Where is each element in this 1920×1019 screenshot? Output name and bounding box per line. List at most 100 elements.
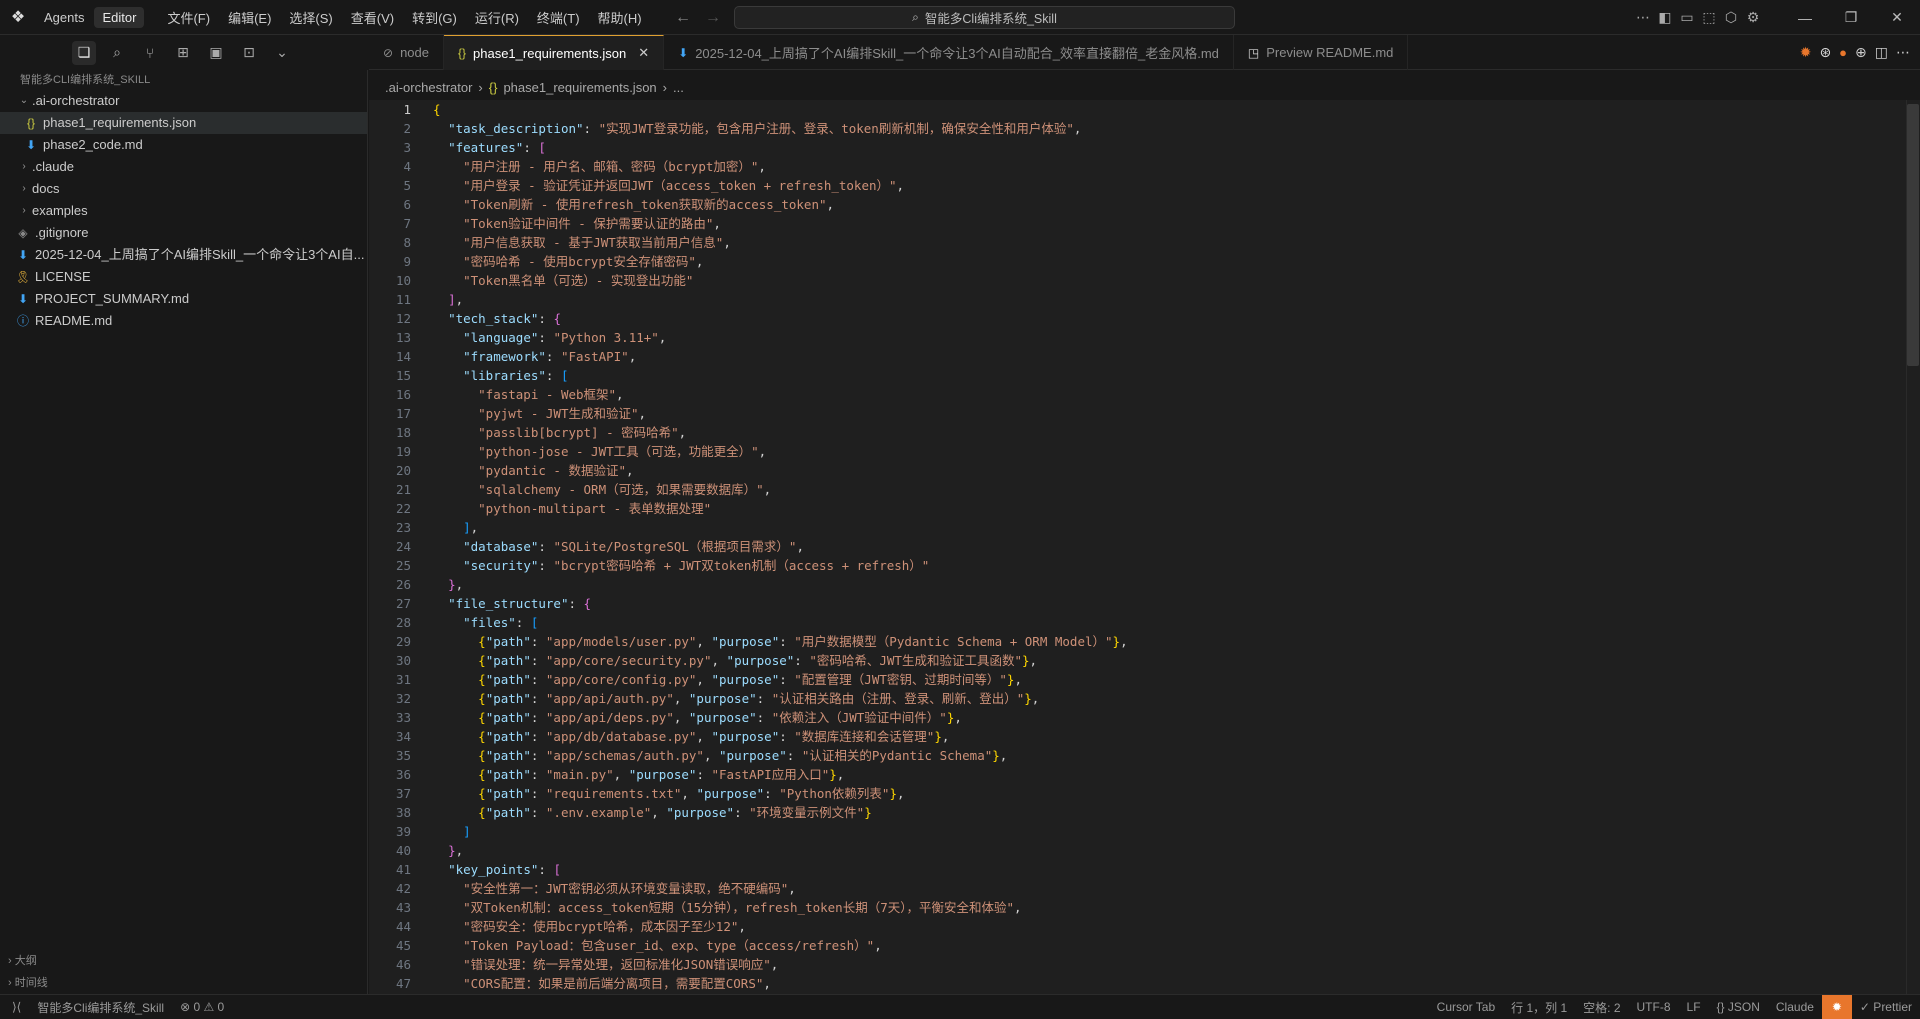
code-line[interactable]: 10 "Token黑名单（可选）- 实现登出功能" [369, 271, 1920, 290]
remote-icon[interactable]: ⟩⟨ [0, 1000, 29, 1014]
code-line[interactable]: 21 "sqlalchemy - ORM（可选，如果需要数据库）", [369, 480, 1920, 499]
tree-item-phase1-requirements[interactable]: {} phase1_requirements.json [0, 112, 367, 134]
code-line[interactable]: 41 "key_points": [ [369, 860, 1920, 879]
code-line[interactable]: 19 "python-jose - JWT工具（可选，功能更全）", [369, 442, 1920, 461]
code-line[interactable]: 29 {"path": "app/models/user.py", "purpo… [369, 632, 1920, 651]
tree-item-claude[interactable]: › .claude [0, 156, 367, 178]
menu-selection[interactable]: 选择(S) [280, 8, 341, 27]
minimize-icon[interactable]: — [1782, 10, 1828, 26]
timeline-section[interactable]: › 时间线 [0, 972, 368, 994]
tree-item-phase2-code[interactable]: ⬇ phase2_code.md [0, 134, 367, 156]
settings-gear-icon[interactable]: ⚙ [1742, 9, 1764, 26]
code-line[interactable]: 7 "Token验证中间件 - 保护需要认证的路由", [369, 214, 1920, 233]
claude-status-icon[interactable]: ✹ [1821, 995, 1852, 1019]
docker-icon[interactable]: ⊡ [237, 41, 261, 65]
breadcrumb-folder[interactable]: .ai-orchestrator [385, 80, 472, 95]
code-line[interactable]: 27 "file_structure": { [369, 594, 1920, 613]
status-prettier[interactable]: ✓ Prettier [1852, 1000, 1920, 1014]
toggle-sidebar-icon[interactable]: ◧ [1654, 9, 1676, 26]
tab-preview-readme[interactable]: ◳ Preview README.md [1234, 35, 1409, 70]
code-editor[interactable]: 1{2 "task_description": "实现JWT登录功能，包含用户注… [369, 100, 1920, 994]
extensions-icon[interactable]: ⊞ [171, 41, 195, 65]
more-actions-icon[interactable]: ⋯ [1896, 44, 1910, 61]
code-line[interactable]: 17 "pyjwt - JWT生成和验证", [369, 404, 1920, 423]
openai-icon[interactable]: ⊛ [1819, 44, 1831, 61]
menu-edit[interactable]: 编辑(E) [219, 8, 280, 27]
code-line[interactable]: 30 {"path": "app/core/security.py", "pur… [369, 651, 1920, 670]
editor-scrollbar[interactable] [1906, 100, 1920, 994]
code-line[interactable]: 34 {"path": "app/db/database.py", "purpo… [369, 727, 1920, 746]
restore-icon[interactable]: ❐ [1828, 9, 1874, 26]
forward-arrow-icon[interactable]: → [705, 9, 721, 27]
command-center-search[interactable]: ⌕ 智能多Cli编排系统_Skill [734, 6, 1235, 29]
tree-item-article-md[interactable]: ⬇ 2025-12-04_上周搞了个AI编排Skill_一个命令让3个AI自..… [0, 244, 367, 266]
code-line[interactable]: 15 "libraries": [ [369, 366, 1920, 385]
tree-item-examples[interactable]: › examples [0, 200, 367, 222]
tree-item-readme[interactable]: ⓘ README.md [0, 310, 367, 332]
search-view-icon[interactable]: ⌕ [105, 41, 129, 65]
code-line[interactable]: 35 {"path": "app/schemas/auth.py", "purp… [369, 746, 1920, 765]
layout-icon[interactable]: ⬚ [1698, 9, 1720, 26]
breadcrumb-more[interactable]: ... [673, 80, 684, 95]
tree-item-ai-orchestrator[interactable]: ⌄ .ai-orchestrator [0, 90, 367, 112]
code-line[interactable]: 22 "python-multipart - 表单数据处理" [369, 499, 1920, 518]
code-line[interactable]: 9 "密码哈希 - 使用bcrypt安全存储密码", [369, 252, 1920, 271]
tree-item-docs[interactable]: › docs [0, 178, 367, 200]
tab-article-md[interactable]: ⬇ 2025-12-04_上周搞了个AI编排Skill_一个命令让3个AI自动配… [664, 35, 1234, 70]
menu-help[interactable]: 帮助(H) [589, 8, 651, 27]
code-line[interactable]: 44 "密码安全：使用bcrypt哈希，成本因子至少12", [369, 917, 1920, 936]
breadcrumb-file[interactable]: phase1_requirements.json [503, 80, 656, 95]
status-problems[interactable]: ⊗ 0 ⚠ 0 [172, 1000, 232, 1014]
code-line[interactable]: 36 {"path": "main.py", "purpose": "FastA… [369, 765, 1920, 784]
code-line[interactable]: 25 "security": "bcrypt密码哈希 + JWT双token机制… [369, 556, 1920, 575]
code-line[interactable]: 18 "passlib[bcrypt] - 密码哈希", [369, 423, 1920, 442]
cursor-logo-icon[interactable]: ❖ [0, 0, 36, 35]
code-line[interactable]: 4 "用户注册 - 用户名、邮箱、密码（bcrypt加密）", [369, 157, 1920, 176]
code-line[interactable]: 33 {"path": "app/api/deps.py", "purpose"… [369, 708, 1920, 727]
extensions-cube-icon[interactable]: ⬡ [1720, 9, 1742, 26]
code-line[interactable]: 23 ], [369, 518, 1920, 537]
split-editor-icon[interactable]: ◫ [1875, 44, 1888, 61]
code-line[interactable]: 47 "CORS配置：如果是前后端分离项目，需要配置CORS", [369, 974, 1920, 993]
code-line[interactable]: 20 "pydantic - 数据验证", [369, 461, 1920, 480]
menu-go[interactable]: 转到(G) [403, 8, 466, 27]
scrollbar-thumb[interactable] [1907, 104, 1919, 366]
more-views-chevron-icon[interactable]: ⌄ [270, 41, 294, 65]
menu-terminal[interactable]: 终端(T) [528, 8, 589, 27]
code-line[interactable]: 11 ], [369, 290, 1920, 309]
source-control-icon[interactable]: ⑂ [138, 41, 162, 65]
code-line[interactable]: 8 "用户信息获取 - 基于JWT获取当前用户信息", [369, 233, 1920, 252]
toggle-panel-icon[interactable]: ▭ [1676, 9, 1698, 26]
code-line[interactable]: 6 "Token刷新 - 使用refresh_token获取新的access_t… [369, 195, 1920, 214]
tab-node[interactable]: ⊘ node [369, 35, 444, 70]
code-line[interactable]: 12 "tech_stack": { [369, 309, 1920, 328]
code-line[interactable]: 3 "features": [ [369, 138, 1920, 157]
more-icon[interactable]: ⋯ [1632, 9, 1654, 26]
code-line[interactable]: 14 "framework": "FastAPI", [369, 347, 1920, 366]
code-line[interactable]: 37 {"path": "requirements.txt", "purpose… [369, 784, 1920, 803]
code-line[interactable]: 26 }, [369, 575, 1920, 594]
remote-explorer-icon[interactable]: ▣ [204, 41, 228, 65]
explorer-icon[interactable]: ❏ [72, 40, 96, 65]
code-line[interactable]: 46 "错误处理：统一异常处理，返回标准化JSON错误响应", [369, 955, 1920, 974]
code-line[interactable]: 16 "fastapi - Web框架", [369, 385, 1920, 404]
code-line[interactable]: 38 {"path": ".env.example", "purpose": "… [369, 803, 1920, 822]
menu-run[interactable]: 运行(R) [466, 8, 528, 27]
tab-phase1-requirements[interactable]: {} phase1_requirements.json ✕ [443, 35, 665, 70]
globe-icon[interactable]: ⊕ [1855, 44, 1867, 61]
status-claude[interactable]: Claude [1768, 1000, 1822, 1014]
tree-item-gitignore[interactable]: ◈ .gitignore [0, 222, 367, 244]
code-line[interactable]: 40 }, [369, 841, 1920, 860]
status-eol[interactable]: LF [1679, 1000, 1709, 1014]
tree-item-project-summary[interactable]: ⬇ PROJECT_SUMMARY.md [0, 288, 367, 310]
code-line[interactable]: 13 "language": "Python 3.11+", [369, 328, 1920, 347]
status-workspace[interactable]: 智能多Cli编排系统_Skill [29, 999, 172, 1016]
workspace-header[interactable]: 智能多CLI编排系统_SKILL [0, 70, 367, 90]
code-line[interactable]: 32 {"path": "app/api/auth.py", "purpose"… [369, 689, 1920, 708]
status-line-col[interactable]: 行 1，列 1 [1503, 999, 1575, 1016]
status-cursor-tab[interactable]: Cursor Tab [1429, 1000, 1503, 1014]
code-line[interactable]: 42 "安全性第一：JWT密钥必须从环境变量读取，绝不硬编码", [369, 879, 1920, 898]
code-line[interactable]: 2 "task_description": "实现JWT登录功能，包含用户注册、… [369, 119, 1920, 138]
claude-icon[interactable]: ✹ [1800, 44, 1812, 61]
mode-agents[interactable]: Agents [36, 7, 92, 28]
